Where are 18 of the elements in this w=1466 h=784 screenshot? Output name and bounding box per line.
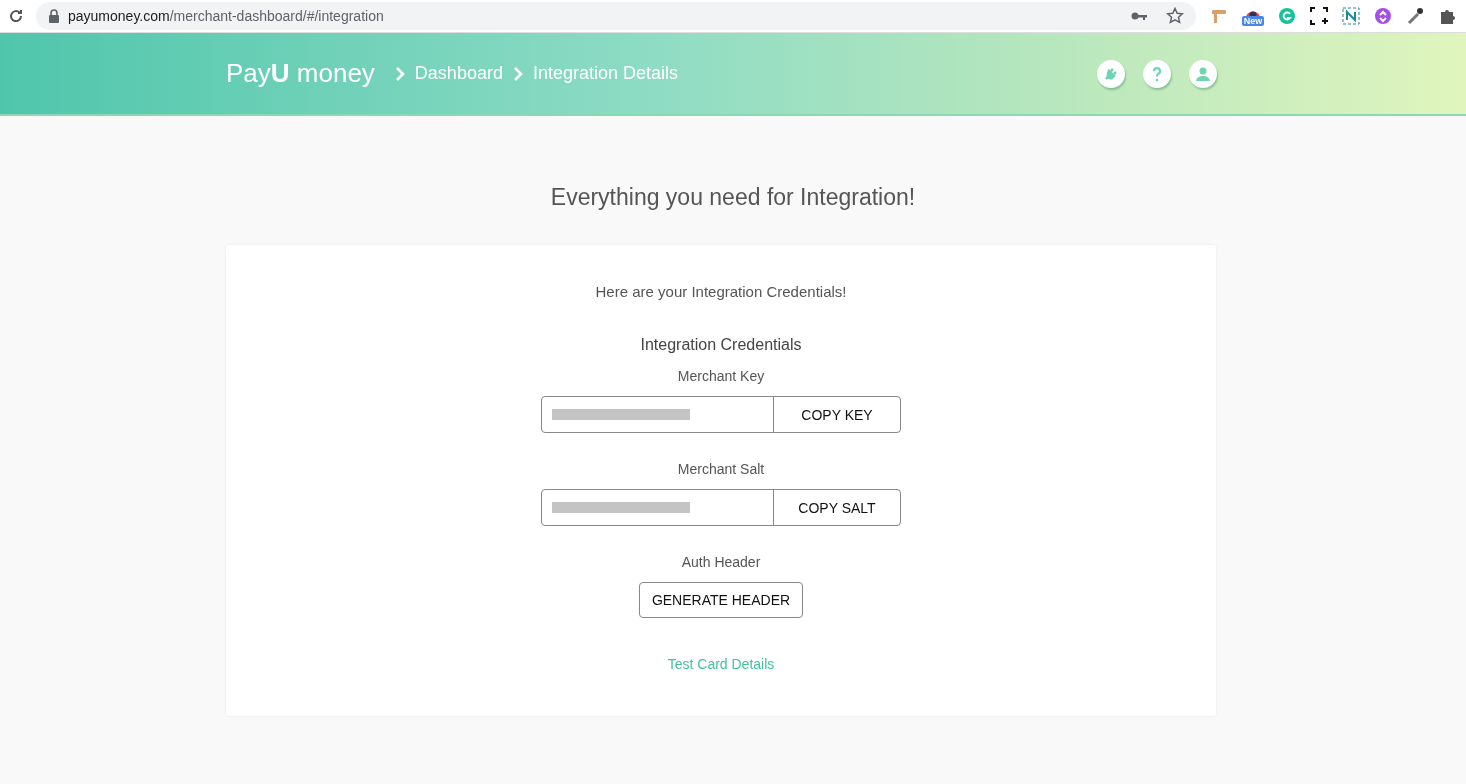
grammar-extension-icon[interactable] (1278, 7, 1296, 25)
field-label: Merchant Salt (677, 461, 765, 477)
puzzle-icon[interactable] (1438, 7, 1456, 25)
intro-text: Here are your Integration Credentials! (595, 283, 847, 300)
field-label: Merchant Key (677, 368, 765, 384)
lock-icon (48, 7, 60, 25)
address-bar[interactable]: payumoney.com/merchant-dashboard/#/integration (36, 2, 1196, 30)
field-label: Auth Header (681, 554, 761, 570)
star-icon[interactable] (1166, 7, 1184, 25)
screenshot-icon[interactable] (1310, 7, 1328, 25)
reload-icon[interactable] (8, 8, 24, 24)
url-text: payumoney.com/merchant-dashboard/#/integration (68, 8, 385, 24)
new-badge: New (1241, 16, 1265, 26)
section-title: Integration Credentials (640, 336, 802, 354)
n-extension-icon[interactable] (1342, 7, 1360, 25)
generate-header-button[interactable]: GENERATE HEADER (638, 582, 804, 618)
eyedropper-icon[interactable] (1406, 7, 1424, 25)
page-title: Everything you need for Integration! (549, 184, 917, 211)
